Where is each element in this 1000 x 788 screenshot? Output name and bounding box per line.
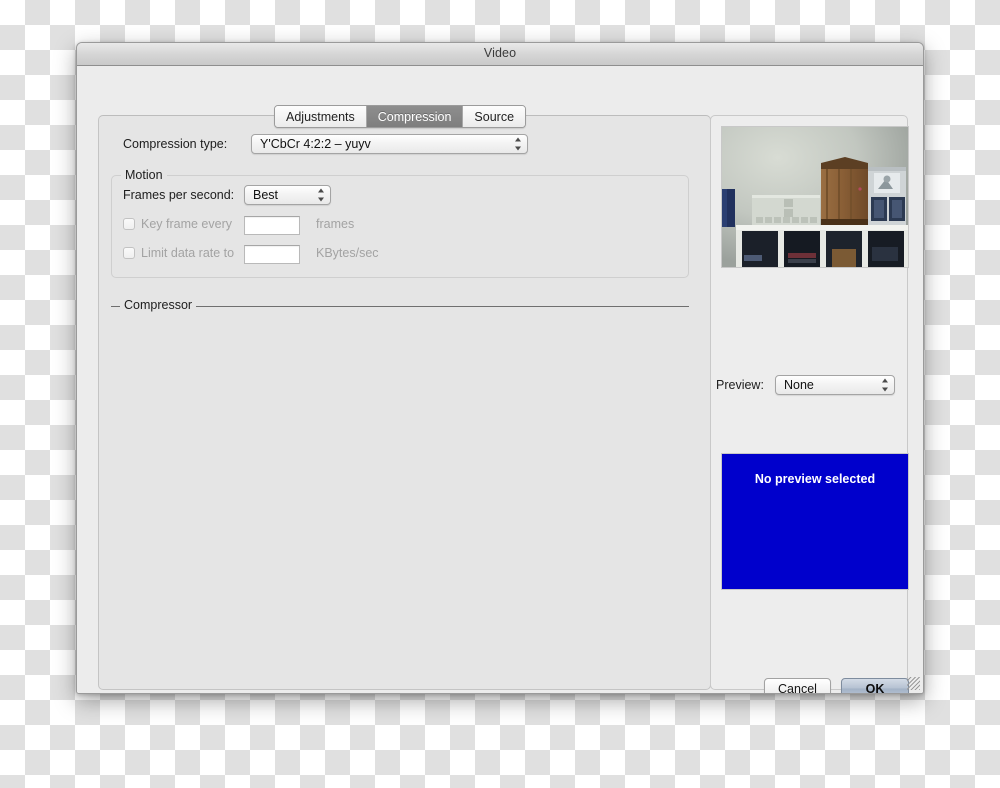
limit-data-rate-unit-label: KBytes/sec	[316, 246, 379, 260]
chevron-updown-icon	[317, 188, 324, 202]
frames-per-second-label: Frames per second:	[123, 188, 235, 202]
key-frame-label: Key frame every	[141, 217, 233, 231]
fps-row: Frames per second:	[123, 188, 234, 202]
key-frame-unit-row: frames	[316, 217, 354, 231]
preview-value: None	[784, 378, 814, 392]
compression-type-value: Y'CbCr 4:2:2 – yuyv	[260, 137, 371, 151]
resize-grip[interactable]	[907, 677, 920, 690]
ok-button[interactable]: OK	[841, 678, 909, 693]
compression-type-select[interactable]: Y'CbCr 4:2:2 – yuyv	[251, 134, 528, 154]
no-preview-area: No preview selected	[721, 453, 909, 590]
limit-data-rate-checkbox[interactable]	[123, 247, 135, 259]
preview-select[interactable]: None	[775, 375, 895, 395]
compressor-divider	[111, 306, 689, 307]
no-preview-text: No preview selected	[754, 472, 876, 486]
preview-label-row: Preview:	[716, 378, 764, 392]
compressor-group-label: Compressor	[120, 298, 197, 312]
tab-bar: Adjustments Compression Source	[274, 105, 527, 128]
limit-data-rate-label: Limit data rate to	[141, 246, 235, 260]
compressor-section-header: Compressor	[111, 298, 689, 316]
tab-source[interactable]: Source	[463, 106, 526, 127]
tab-adjustments[interactable]: Adjustments	[275, 106, 367, 127]
chevron-updown-icon	[881, 378, 888, 392]
preview-label: Preview:	[716, 378, 764, 392]
compression-type-label: Compression type:	[123, 137, 228, 151]
frames-per-second-select[interactable]: Best	[244, 185, 331, 205]
compression-settings-panel: Compression type: Y'CbCr 4:2:2 – yuyv Mo…	[98, 115, 711, 690]
limit-data-rate-input[interactable]	[244, 245, 300, 264]
tab-compression[interactable]: Compression	[366, 106, 464, 127]
window-title: Video	[483, 46, 517, 60]
camera-preview-image	[721, 126, 909, 268]
window-titlebar[interactable]: Video	[77, 43, 923, 66]
compression-type-row: Compression type:	[123, 137, 227, 151]
limit-data-rate-row: Limit data rate to	[123, 246, 234, 260]
key-frame-checkbox[interactable]	[123, 218, 135, 230]
chevron-updown-icon	[514, 137, 521, 151]
key-frame-unit-label: frames	[316, 217, 355, 231]
frames-per-second-value: Best	[253, 188, 279, 202]
key-frame-row: Key frame every	[123, 217, 232, 231]
motion-group-label: Motion	[121, 168, 167, 182]
limit-data-rate-unit-row: KBytes/sec	[316, 246, 379, 260]
preview-panel: Preview: None No preview selected	[710, 115, 909, 690]
key-frame-input[interactable]	[244, 216, 300, 235]
cancel-button[interactable]: Cancel	[764, 678, 831, 693]
video-settings-window: Video Adjustments Compression Source Com…	[76, 42, 924, 694]
window-body: Adjustments Compression Source Compressi…	[77, 66, 923, 693]
